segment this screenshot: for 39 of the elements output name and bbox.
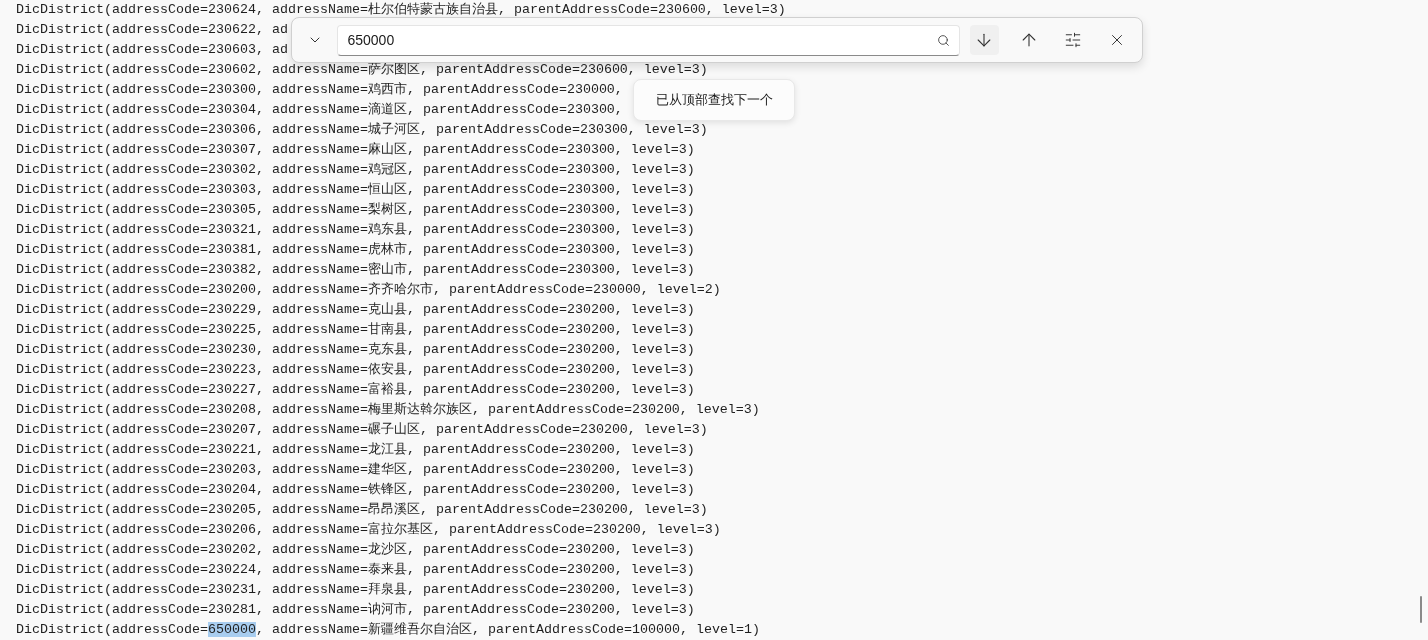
code-line: DicDistrict(addressCode=230382, addressName=密山市, parentAddressCode=230300, level=3)	[16, 261, 695, 279]
code-line: DicDistrict(addressCode=230203, addressName=建华区, parentAddressCode=230200, level=3)	[16, 461, 695, 479]
code-line: DicDistrict(addressCode=230602, addressName=萨尔图区, parentAddressCode=230600, level=3)	[16, 61, 708, 79]
code-line: DicDistrict(addressCode=230304, addressName=滴道区, parentAddressCode=230300,	[16, 101, 623, 119]
code-line: DicDistrict(addressCode=230622, ad	[16, 21, 288, 39]
code-line: DicDistrict(addressCode=230307, addressName=麻山区, parentAddressCode=230300, level=3)	[16, 141, 695, 159]
settings-icon	[1063, 31, 1082, 49]
code-line: DicDistrict(addressCode=230204, addressName=铁锋区, parentAddressCode=230200, level=3)	[16, 481, 695, 499]
next-match-button[interactable]	[969, 25, 999, 55]
code-line: DicDistrict(addressCode=230302, addressName=鸡冠区, parentAddressCode=230300, level=3)	[16, 161, 695, 179]
code-line: DicDistrict(addressCode=230221, addressName=龙江县, parentAddressCode=230200, level=3)	[16, 441, 695, 459]
code-line: DicDistrict(addressCode=230206, addressName=富拉尔基区, parentAddressCode=230200, level=3)	[16, 521, 721, 539]
code-line: DicDistrict(addressCode=230603, ad	[16, 41, 288, 59]
code-line: DicDistrict(addressCode=230624, addressName=杜尔伯特蒙古族自治县, parentAddressCode=230600, level=3)	[16, 1, 786, 19]
tooltip: 已从顶部查找下一个	[633, 79, 795, 121]
code-line: DicDistrict(addressCode=230223, addressName=依安县, parentAddressCode=230200, level=3)	[16, 361, 695, 379]
code-line: DicDistrict(addressCode=230381, addressName=虎林市, parentAddressCode=230300, level=3)	[16, 241, 695, 259]
code-line: DicDistrict(addressCode=230321, addressName=鸡东县, parentAddressCode=230300, level=3)	[16, 221, 695, 239]
search-input[interactable]: 650000	[347, 29, 937, 51]
search-field[interactable]: 650000	[337, 24, 960, 56]
code-line: DicDistrict(addressCode=230306, addressName=城子河区, parentAddressCode=230300, level=3)	[16, 121, 708, 139]
code-line: DicDistrict(addressCode=230303, addressName=恒山区, parentAddressCode=230300, level=3)	[16, 181, 695, 199]
code-line: DicDistrict(addressCode=230230, addressName=克东县, parentAddressCode=230200, level=3)	[16, 341, 695, 359]
code-line: DicDistrict(addressCode=230208, addressName=梅里斯达斡尔族区, parentAddressCode=230200, level=3)	[16, 401, 760, 419]
search-icon	[936, 33, 950, 47]
code-line: DicDistrict(addressCode=230225, addressName=甘南县, parentAddressCode=230200, level=3)	[16, 321, 695, 339]
code-line: DicDistrict(addressCode=230207, addressName=碾子山区, parentAddressCode=230200, level=3)	[16, 421, 708, 439]
code-line: DicDistrict(addressCode=230281, addressName=讷河市, parentAddressCode=230200, level=3)	[16, 601, 695, 619]
code-line: DicDistrict(addressCode=230202, addressName=龙沙区, parentAddressCode=230200, level=3)	[16, 541, 695, 559]
code-line: DicDistrict(addressCode=230205, addressName=昂昂溪区, parentAddressCode=230200, level=3)	[16, 501, 708, 519]
code-line: DicDistrict(addressCode=230231, addressName=拜泉县, parentAddressCode=230200, level=3)	[16, 581, 695, 599]
code-line: DicDistrict(addressCode=650000, addressName=新疆维吾尔自治区, parentAddressCode=100000, level=1)	[16, 621, 760, 639]
code-line: DicDistrict(addressCode=230227, addressName=富裕县, parentAddressCode=230200, level=3)	[16, 381, 695, 399]
code-line: DicDistrict(addressCode=230229, addressName=克山县, parentAddressCode=230200, level=3)	[16, 301, 695, 319]
code-line: DicDistrict(addressCode=230300, addressName=鸡西市, parentAddressCode=230000,	[16, 81, 623, 99]
code-line: DicDistrict(addressCode=230224, addressName=泰来县, parentAddressCode=230200, level=3)	[16, 561, 695, 579]
code-line: DicDistrict(addressCode=230200, addressName=齐齐哈尔市, parentAddressCode=230000, level=2)	[16, 281, 721, 299]
scrollbar-thumb	[1420, 596, 1422, 623]
code-line: DicDistrict(addressCode=230305, addressName=梨树区, parentAddressCode=230300, level=3)	[16, 201, 695, 219]
